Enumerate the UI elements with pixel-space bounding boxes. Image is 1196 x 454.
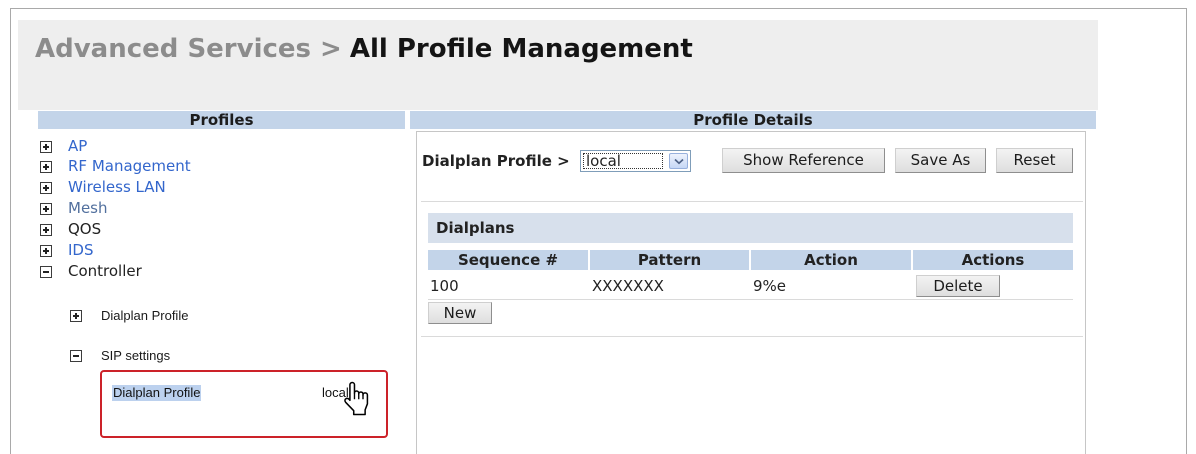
plus-box-icon[interactable]	[40, 224, 52, 236]
delete-button[interactable]: Delete	[916, 275, 1000, 297]
plus-box-icon[interactable]	[70, 310, 82, 322]
column-header-actions: Actions	[913, 250, 1073, 270]
cell-action: 9%e	[753, 277, 787, 295]
profiles-header: Profiles	[38, 111, 405, 129]
breadcrumb-current: All Profile Management	[349, 34, 693, 64]
plus-box-icon[interactable]	[40, 141, 52, 153]
show-reference-button[interactable]: Show Reference	[722, 148, 885, 173]
row-divider	[428, 299, 1073, 300]
tree-item-label[interactable]: IDS	[68, 240, 94, 261]
profile-select[interactable]: local	[580, 150, 691, 172]
minus-box-icon[interactable]	[70, 350, 82, 362]
tree-item-rf-management[interactable]: RF Management	[38, 156, 398, 177]
column-header-sequence: Sequence #	[428, 250, 588, 270]
tree-item-label[interactable]: Dialplan Profile	[101, 305, 188, 326]
cell-actions: Delete	[913, 274, 1073, 298]
tree-item-label[interactable]: RF Management	[68, 156, 191, 177]
profile-type-label: Dialplan Profile >	[422, 152, 570, 170]
tree-item-mesh[interactable]: Mesh	[38, 198, 398, 219]
new-button[interactable]: New	[428, 302, 492, 324]
tree-item-label[interactable]: SIP settings	[101, 345, 170, 366]
tree-item-label[interactable]: QOS	[68, 219, 101, 240]
tree-item-ap[interactable]: AP	[38, 136, 398, 157]
sip-dialplan-profile-label[interactable]: Dialplan Profile	[112, 385, 202, 401]
profile-details-header: Profile Details	[410, 111, 1096, 129]
divider	[421, 201, 1083, 202]
profile-select-value[interactable]: local	[583, 153, 663, 169]
tree-item-sip-settings[interactable]: SIP settings	[68, 345, 388, 366]
dialplans-table-header: Sequence # Pattern Action Actions	[428, 250, 1073, 270]
tree-item-qos[interactable]: QOS	[38, 219, 398, 240]
save-as-button[interactable]: Save As	[895, 148, 986, 173]
dialplans-section-title: Dialplans	[428, 213, 1073, 243]
plus-box-icon[interactable]	[40, 161, 52, 173]
minus-box-icon[interactable]	[40, 266, 52, 278]
page-header: Advanced Services > All Profile Managemen…	[18, 20, 1098, 110]
tree-item-label[interactable]: Controller	[68, 261, 142, 282]
column-header-action: Action	[751, 250, 911, 270]
tree-item-label[interactable]: AP	[68, 136, 87, 157]
cell-sequence: 100	[430, 277, 459, 295]
page-title: Advanced Services > All Profile Managemen…	[35, 32, 693, 66]
plus-box-icon[interactable]	[40, 245, 52, 257]
tree-item-ids[interactable]: IDS	[38, 240, 398, 261]
table-row: 100 XXXXXXX 9%e Delete	[428, 274, 1073, 298]
reset-button[interactable]: Reset	[996, 148, 1073, 173]
tree-item-label[interactable]: Mesh	[68, 198, 108, 219]
plus-box-icon[interactable]	[40, 203, 52, 215]
column-header-pattern: Pattern	[590, 250, 749, 270]
hand-pointer-icon	[344, 381, 369, 416]
tree-item-controller[interactable]: Controller	[38, 261, 398, 282]
divider	[421, 336, 1083, 337]
plus-box-icon[interactable]	[40, 182, 52, 194]
breadcrumb-advanced-services[interactable]: Advanced Services >	[35, 34, 342, 64]
tree-item-label[interactable]: Wireless LAN	[68, 177, 166, 198]
tree-item-dialplan-profile[interactable]: Dialplan Profile	[68, 305, 388, 326]
cell-pattern: XXXXXXX	[592, 277, 664, 295]
chevron-down-icon[interactable]	[669, 153, 688, 169]
tree-item-wireless-lan[interactable]: Wireless LAN	[38, 177, 398, 198]
